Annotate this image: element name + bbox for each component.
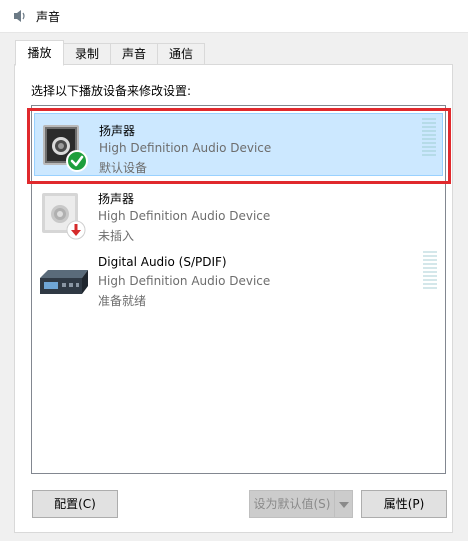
tab-playback[interactable]: 播放 (15, 40, 64, 66)
window-title: 声音 (36, 10, 61, 24)
title-bar: 声音 (0, 0, 468, 33)
digital-audio-receiver-icon (40, 270, 88, 294)
device-description: High Definition Audio Device (98, 274, 271, 288)
volume-level-meter (422, 118, 436, 158)
device-item-speakers-default[interactable]: 扬声器 High Definition Audio Device 默认设备 (34, 113, 443, 176)
device-status: 未插入 (98, 229, 135, 243)
device-status: 默认设备 (99, 161, 148, 175)
speaker-icon (14, 10, 25, 22)
device-description: High Definition Audio Device (99, 141, 272, 155)
instruction-text: 选择以下播放设备来修改设置: (31, 84, 192, 98)
chevron-down-icon (339, 502, 349, 508)
set-default-button[interactable]: 设为默认值(S) (249, 490, 335, 518)
tab-sounds[interactable]: 声音 (110, 43, 158, 64)
tab-communications[interactable]: 通信 (157, 43, 205, 64)
device-name: 扬声器 (98, 192, 135, 206)
volume-level-meter (423, 251, 437, 291)
speaker-icon (43, 125, 88, 172)
device-list[interactable]: 扬声器 High Definition Audio Device 默认设备 扬声… (31, 105, 446, 474)
properties-button[interactable]: 属性(P) (361, 490, 447, 518)
device-name: 扬声器 (99, 124, 136, 138)
device-name: Digital Audio (S/PDIF) (98, 255, 227, 269)
default-check-icon (66, 150, 88, 172)
device-item-digital-audio[interactable]: Digital Audio (S/PDIF) High Definition A… (34, 247, 443, 310)
unplugged-arrow-icon (66, 220, 86, 240)
speaker-icon (42, 193, 86, 240)
set-default-dropdown-button[interactable] (334, 490, 353, 518)
tab-recording[interactable]: 录制 (63, 43, 111, 64)
device-status: 准备就绪 (98, 294, 147, 308)
configure-button[interactable]: 配置(C) (32, 490, 118, 518)
device-description: High Definition Audio Device (98, 209, 271, 223)
device-item-speakers-unplugged[interactable]: 扬声器 High Definition Audio Device 未插入 (34, 182, 443, 245)
